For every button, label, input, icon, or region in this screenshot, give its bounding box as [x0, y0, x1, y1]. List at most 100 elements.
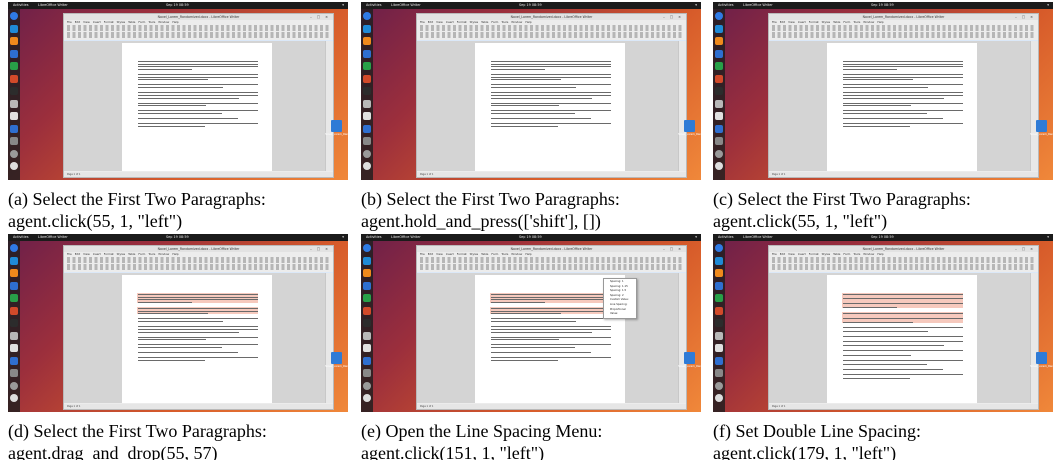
- document-file-icon[interactable]: [331, 120, 342, 132]
- menu-item[interactable]: Window: [511, 20, 522, 24]
- standard-toolbar[interactable]: [772, 25, 1035, 31]
- menu-item[interactable]: Styles: [117, 252, 125, 256]
- files-icon[interactable]: [363, 99, 371, 108]
- app-menu[interactable]: LibreOffice Writer: [391, 2, 421, 9]
- app-menu[interactable]: LibreOffice Writer: [38, 234, 68, 241]
- menu-item[interactable]: Insert: [93, 20, 101, 24]
- menu-item[interactable]: Edit: [780, 252, 785, 256]
- vlc-icon[interactable]: [10, 37, 18, 45]
- writer-icon[interactable]: [715, 49, 723, 58]
- menu-item[interactable]: Form: [491, 252, 498, 256]
- formatting-toolbar[interactable]: [67, 32, 330, 38]
- document-file-icon[interactable]: [684, 352, 695, 364]
- vscode-icon[interactable]: [10, 24, 18, 33]
- activities-button[interactable]: Activities: [718, 234, 733, 241]
- menu-item[interactable]: File: [67, 252, 72, 256]
- menu-item[interactable]: Styles: [822, 252, 830, 256]
- menu-item[interactable]: View: [83, 252, 90, 256]
- system-tray-icon[interactable]: ▾: [1047, 2, 1049, 9]
- sidebar-deck[interactable]: [325, 41, 333, 171]
- writer-icon[interactable]: [10, 281, 18, 290]
- selected-paragraph[interactable]: [842, 293, 963, 309]
- sidebar-deck[interactable]: [325, 273, 333, 403]
- standard-toolbar[interactable]: [67, 25, 330, 31]
- clock[interactable]: Sep 19 08:59: [519, 2, 542, 9]
- menu-item[interactable]: View: [788, 20, 795, 24]
- paragraph[interactable]: [843, 368, 963, 370]
- app-menu[interactable]: LibreOffice Writer: [743, 2, 773, 9]
- window-controls[interactable]: – □ ×: [310, 246, 330, 252]
- text-editor-icon[interactable]: [363, 344, 371, 352]
- trash-icon[interactable]: [10, 381, 18, 390]
- menu-item[interactable]: Styles: [470, 20, 478, 24]
- chrome-icon[interactable]: [715, 244, 723, 252]
- menu-item[interactable]: Form: [491, 20, 498, 24]
- thunderbird-icon[interactable]: [715, 124, 723, 133]
- paragraph[interactable]: [843, 373, 963, 380]
- paragraph[interactable]: [491, 61, 611, 71]
- settings-icon[interactable]: [363, 369, 371, 377]
- paragraph[interactable]: [491, 344, 611, 348]
- paragraph[interactable]: [843, 110, 963, 114]
- vscode-icon[interactable]: [715, 24, 723, 33]
- paragraph[interactable]: [491, 92, 611, 99]
- apps-grid-icon[interactable]: [10, 394, 18, 402]
- calc-icon[interactable]: [715, 62, 723, 70]
- vlc-icon[interactable]: [715, 269, 723, 277]
- paragraph[interactable]: [843, 84, 963, 89]
- paragraph[interactable]: [843, 117, 963, 119]
- window-controls[interactable]: – □ ×: [663, 246, 683, 252]
- menu-item[interactable]: File: [772, 252, 777, 256]
- apps-grid-icon[interactable]: [715, 394, 723, 402]
- paragraph[interactable]: [843, 61, 963, 71]
- settings-icon[interactable]: [363, 137, 371, 145]
- paragraph[interactable]: [843, 359, 963, 365]
- document-file-icon[interactable]: [684, 120, 695, 132]
- impress-icon[interactable]: [363, 74, 371, 83]
- menu-item[interactable]: Form: [843, 252, 850, 256]
- menu-item[interactable]: File: [772, 20, 777, 24]
- menu-item[interactable]: View: [436, 252, 443, 256]
- terminal-icon[interactable]: [715, 87, 723, 95]
- paragraph[interactable]: [491, 336, 611, 341]
- settings-icon[interactable]: [10, 137, 18, 145]
- sidebar-deck[interactable]: [678, 41, 686, 171]
- menu-item[interactable]: Edit: [75, 20, 80, 24]
- paragraph[interactable]: [138, 110, 258, 114]
- paragraph[interactable]: [138, 351, 258, 353]
- trash-icon[interactable]: [715, 381, 723, 390]
- settings-icon[interactable]: [715, 369, 723, 377]
- terminal-icon[interactable]: [10, 87, 18, 95]
- paragraph[interactable]: [138, 84, 258, 89]
- paragraph[interactable]: [491, 122, 611, 127]
- trash-icon[interactable]: [363, 381, 371, 390]
- paragraph[interactable]: [138, 117, 258, 119]
- menu-item[interactable]: Table: [128, 20, 135, 24]
- apps-grid-icon[interactable]: [715, 162, 723, 170]
- calc-icon[interactable]: [363, 62, 371, 70]
- menu-item[interactable]: Table: [833, 20, 840, 24]
- paragraph[interactable]: [491, 117, 611, 119]
- terminal-icon[interactable]: [10, 319, 18, 327]
- clock[interactable]: Sep 19 08:59: [166, 2, 189, 9]
- standard-toolbar[interactable]: [67, 257, 330, 263]
- menu-item[interactable]: Insert: [798, 252, 806, 256]
- menu-item[interactable]: Insert: [93, 252, 101, 256]
- text-editor-icon[interactable]: [10, 112, 18, 120]
- paragraph[interactable]: [138, 344, 258, 348]
- vlc-icon[interactable]: [10, 269, 18, 277]
- paragraph[interactable]: [138, 102, 258, 107]
- document-page[interactable]: [122, 275, 272, 403]
- paragraph[interactable]: [491, 110, 611, 114]
- files-icon[interactable]: [715, 331, 723, 340]
- paragraph[interactable]: [843, 74, 963, 81]
- chrome-icon[interactable]: [363, 12, 371, 20]
- vscode-icon[interactable]: [715, 256, 723, 265]
- menu-item[interactable]: Table: [833, 252, 840, 256]
- writer-icon[interactable]: [363, 49, 371, 58]
- files-icon[interactable]: [363, 331, 371, 340]
- activities-button[interactable]: Activities: [13, 2, 28, 9]
- menu-item[interactable]: Window: [863, 20, 874, 24]
- writer-icon[interactable]: [363, 281, 371, 290]
- menu-item[interactable]: Help: [877, 252, 883, 256]
